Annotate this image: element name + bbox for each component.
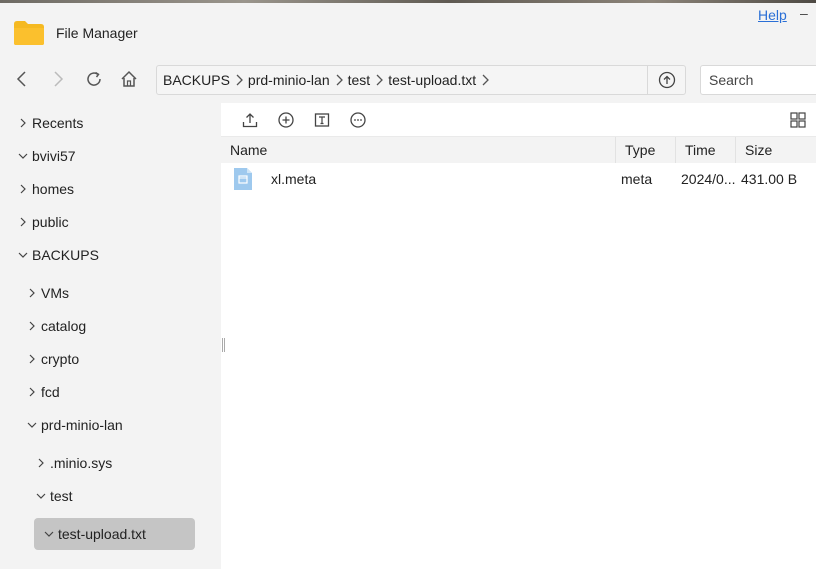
chevron-right-icon bbox=[18, 184, 28, 194]
forward-button[interactable] bbox=[46, 67, 70, 91]
plus-circle-icon bbox=[278, 112, 294, 128]
chevron-down-icon bbox=[27, 420, 37, 430]
breadcrumb-item-prd-minio-lan[interactable]: prd-minio-lan bbox=[248, 72, 330, 88]
sidebar-item-label: crypto bbox=[41, 351, 80, 367]
sidebar-item-fcd[interactable]: fcd bbox=[27, 378, 60, 406]
rename-button[interactable] bbox=[312, 110, 332, 130]
upload-icon bbox=[242, 113, 258, 128]
text-field-icon bbox=[314, 113, 330, 127]
sidebar-item-homes[interactable]: homes bbox=[18, 175, 74, 203]
more-actions-button[interactable] bbox=[348, 110, 368, 130]
sidebar-item-label: bvivi57 bbox=[32, 148, 76, 164]
sidebar-item-test-upload[interactable]: test-upload.txt bbox=[34, 518, 195, 550]
search-input[interactable] bbox=[701, 66, 816, 94]
sidebar-item-label: catalog bbox=[41, 318, 87, 334]
chevron-down-icon bbox=[18, 151, 28, 161]
chevron-right-icon bbox=[335, 74, 343, 86]
sidebar-item-minio-sys[interactable]: .minio.sys bbox=[36, 449, 112, 477]
sidebar-tree: Recents bvivi57 homes public BACKUPS VMs… bbox=[0, 103, 218, 569]
sidebar-item-vms[interactable]: VMs bbox=[27, 279, 69, 307]
grid-view-icon[interactable] bbox=[789, 111, 807, 129]
sidebar-item-label: homes bbox=[32, 181, 75, 197]
sidebar-item-test[interactable]: test bbox=[36, 482, 73, 510]
sidebar-item-backups[interactable]: BACKUPS bbox=[18, 241, 99, 269]
window-title: File Manager bbox=[56, 25, 138, 41]
file-list-panel: Name Type Time Size xl.meta meta 2024/0.… bbox=[221, 103, 816, 569]
file-time: 2024/0... bbox=[681, 171, 736, 187]
chevron-right-icon bbox=[27, 288, 37, 298]
file-name: xl.meta bbox=[271, 171, 317, 187]
chevron-right-icon bbox=[27, 387, 37, 397]
column-header-size[interactable]: Size bbox=[735, 137, 816, 163]
column-header-type[interactable]: Type bbox=[615, 137, 675, 163]
more-icon bbox=[350, 112, 366, 128]
action-toolbar bbox=[221, 103, 816, 137]
chevron-right-icon bbox=[375, 74, 384, 86]
chevron-right-icon bbox=[27, 321, 37, 331]
sidebar-item-recents[interactable]: Recents bbox=[18, 109, 83, 137]
sidebar-item-bvivi57[interactable]: bvivi57 bbox=[18, 142, 76, 170]
go-up-button[interactable] bbox=[647, 66, 685, 94]
sidebar-item-label: fcd bbox=[41, 384, 60, 400]
chevron-right-icon[interactable] bbox=[481, 74, 490, 86]
chevron-left-icon bbox=[16, 71, 26, 87]
search-box bbox=[700, 65, 816, 95]
chevron-down-icon bbox=[18, 250, 28, 260]
sidebar-item-label: BACKUPS bbox=[32, 247, 99, 263]
sidebar-item-catalog[interactable]: catalog bbox=[27, 312, 86, 340]
chevron-right-icon bbox=[235, 74, 243, 86]
upload-button[interactable] bbox=[240, 110, 260, 130]
panel-resize-handle[interactable] bbox=[222, 338, 226, 352]
chevron-right-icon bbox=[27, 354, 37, 364]
help-link[interactable]: Help bbox=[758, 7, 787, 23]
file-icon bbox=[234, 168, 252, 190]
sidebar-item-label: VMs bbox=[41, 285, 69, 301]
create-button[interactable] bbox=[276, 110, 296, 130]
home-button[interactable] bbox=[117, 67, 141, 91]
breadcrumb-item-backups[interactable]: BACKUPS bbox=[163, 72, 230, 88]
sidebar-item-label: test-upload.txt bbox=[58, 526, 146, 542]
sidebar-item-label: .minio.sys bbox=[50, 455, 113, 471]
folder-app-icon bbox=[14, 21, 44, 45]
column-header-time[interactable]: Time bbox=[675, 137, 735, 163]
sidebar-item-label: prd-minio-lan bbox=[41, 417, 123, 433]
sidebar-item-label: Recents bbox=[32, 115, 84, 131]
table-row[interactable]: xl.meta meta 2024/0... 431.00 B bbox=[221, 163, 816, 195]
chevron-right-icon bbox=[54, 71, 64, 87]
chevron-right-icon bbox=[18, 118, 28, 128]
sidebar-item-label: test bbox=[50, 488, 73, 504]
breadcrumb-item-test-upload[interactable]: test-upload.txt bbox=[388, 72, 476, 88]
sidebar-item-label: public bbox=[32, 214, 69, 230]
sidebar-item-public[interactable]: public bbox=[18, 208, 69, 236]
file-type: meta bbox=[621, 171, 653, 187]
chevron-down-icon bbox=[36, 491, 46, 501]
file-size: 431.00 B bbox=[741, 171, 798, 187]
table-header: Name Type Time Size bbox=[221, 137, 816, 163]
refresh-button[interactable] bbox=[82, 67, 106, 91]
column-header-name[interactable]: Name bbox=[221, 137, 615, 163]
chevron-right-icon bbox=[18, 217, 28, 227]
chevron-right-icon bbox=[36, 458, 46, 468]
file-manager-window: File Manager Help – BACKUPS prd-minio-la… bbox=[0, 3, 816, 569]
breadcrumb-item-test[interactable]: test bbox=[348, 72, 371, 88]
sidebar-item-crypto[interactable]: crypto bbox=[27, 345, 79, 373]
back-button[interactable] bbox=[10, 67, 34, 91]
home-icon bbox=[121, 70, 137, 87]
title-bar: File Manager Help – bbox=[0, 3, 816, 57]
minimize-button[interactable]: – bbox=[800, 5, 808, 21]
refresh-icon bbox=[87, 71, 101, 86]
sidebar-item-prd-minio-lan[interactable]: prd-minio-lan bbox=[27, 411, 123, 439]
chevron-down-icon bbox=[44, 529, 54, 539]
arrow-up-circle-icon bbox=[658, 71, 675, 89]
breadcrumb: BACKUPS prd-minio-lan test test-upload.t… bbox=[156, 65, 686, 95]
